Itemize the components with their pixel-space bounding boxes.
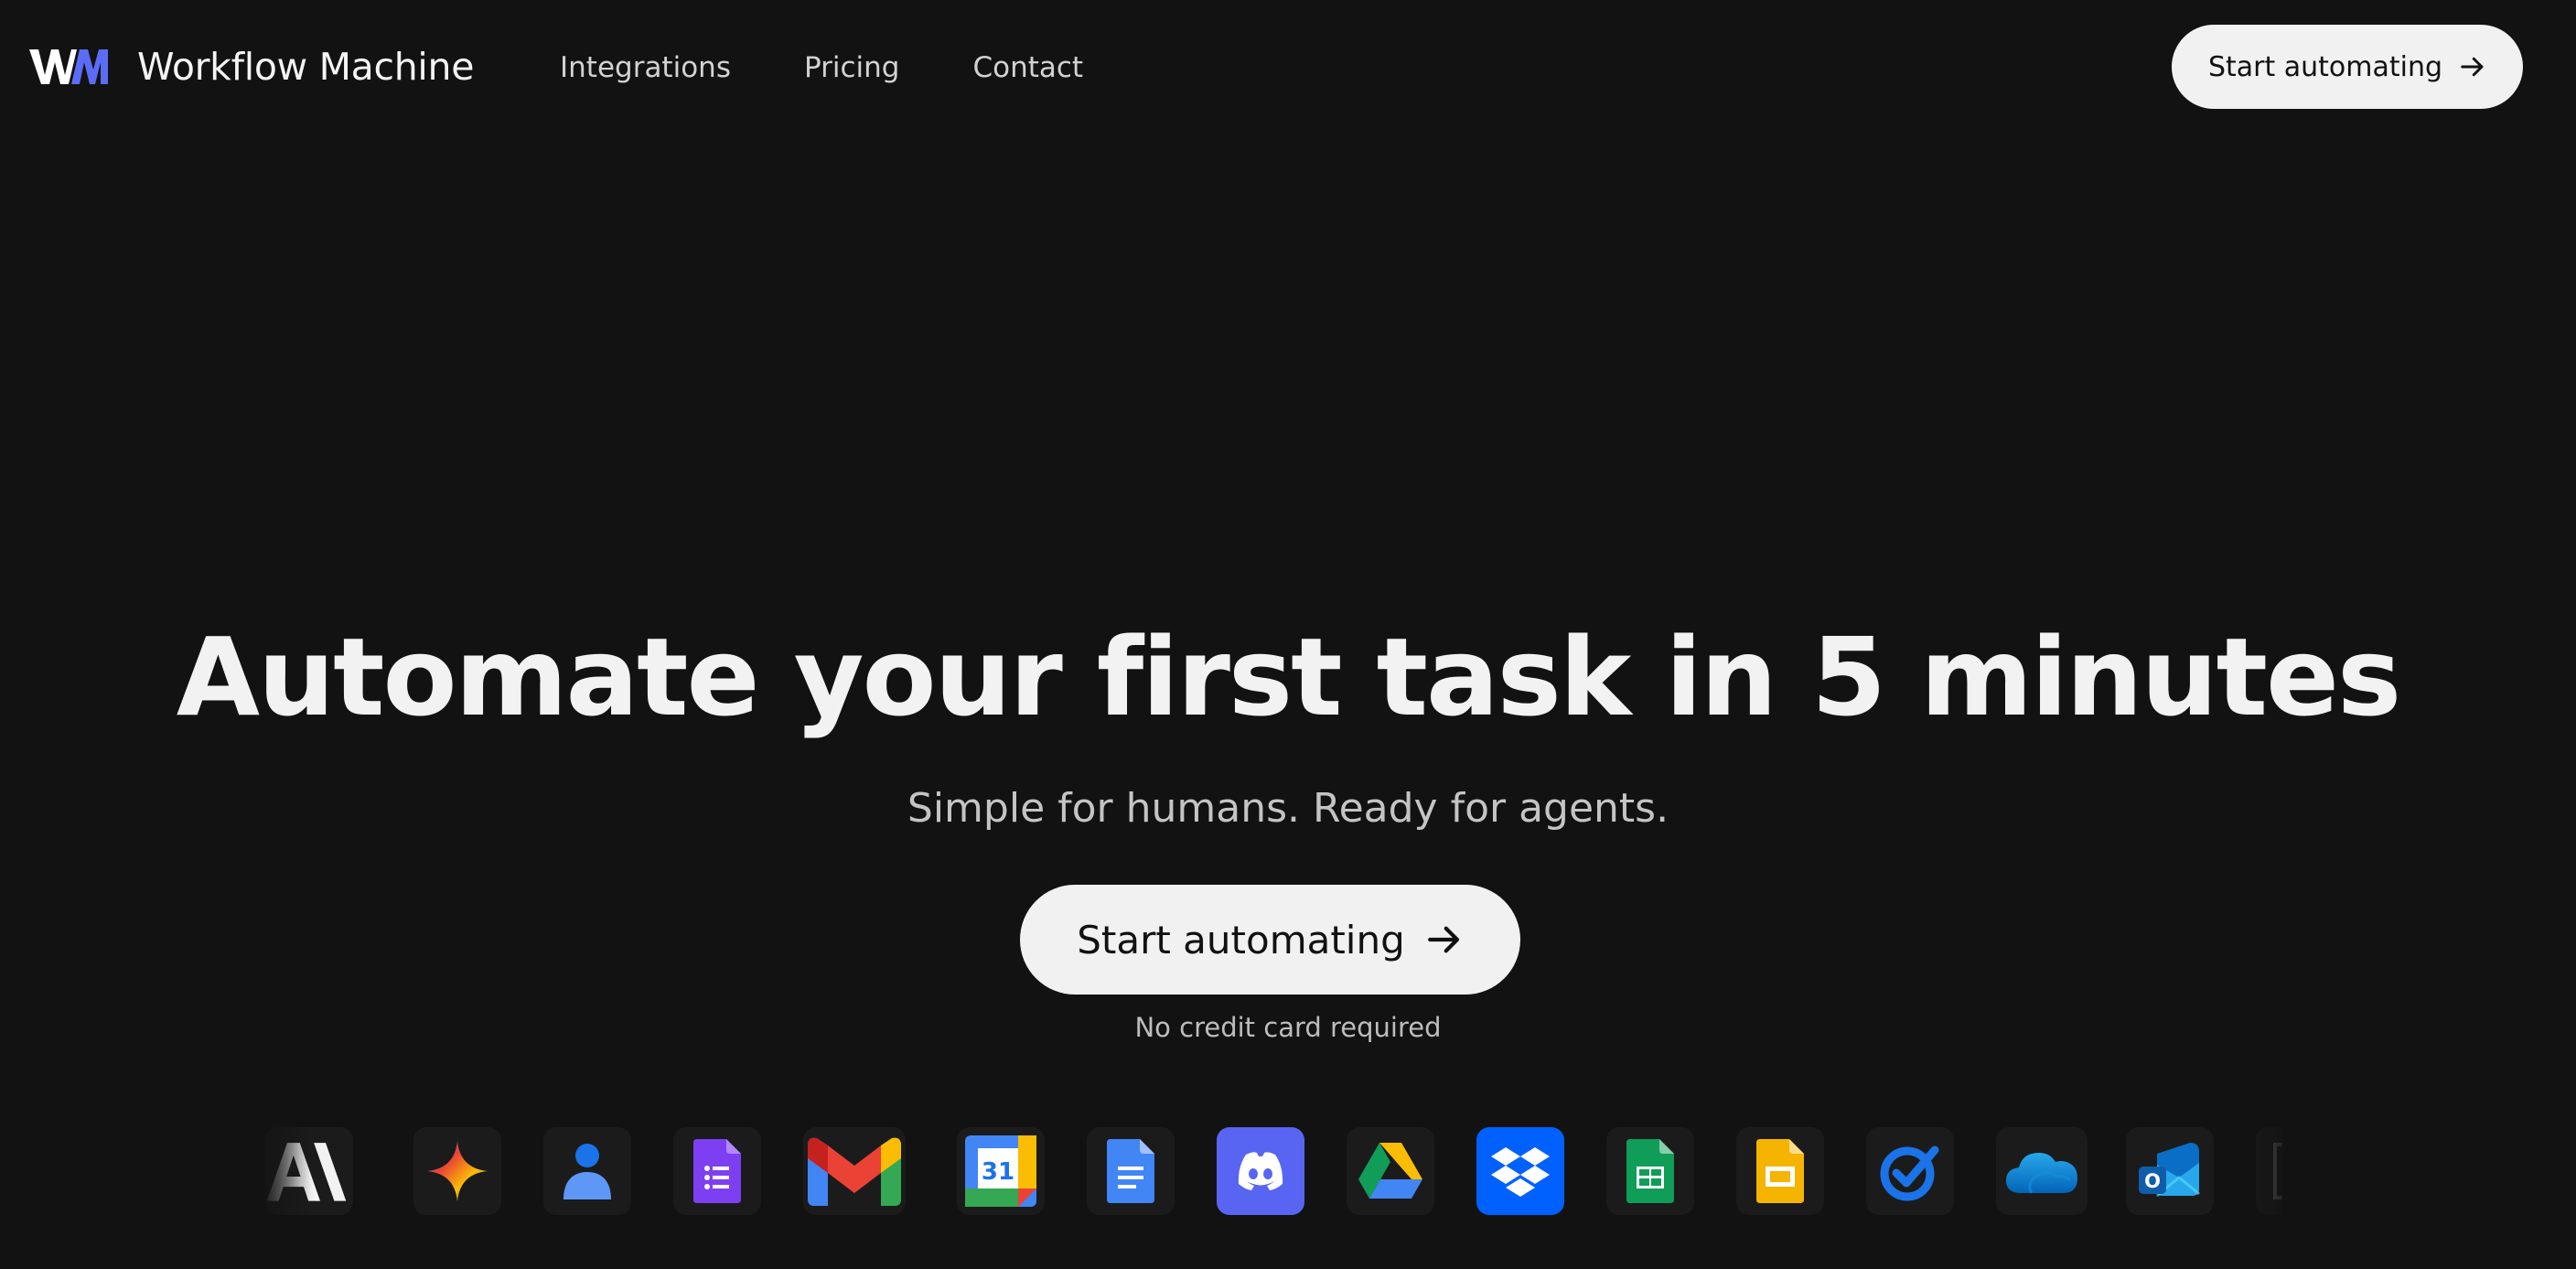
top-nav: Workflow Machine Integrations Pricing Co… (0, 0, 2576, 134)
google-forms-icon (693, 1139, 741, 1203)
arrow-right-icon (1427, 926, 1459, 953)
google-docs-icon (1107, 1139, 1154, 1203)
integration-google-contacts[interactable] (543, 1127, 631, 1215)
dropbox-icon (1491, 1147, 1550, 1197)
outlook-icon: O (2139, 1143, 2200, 1198)
google-sheets-icon (1626, 1139, 1674, 1203)
google-calendar-icon: 31 (965, 1135, 1036, 1207)
gmail-icon (808, 1137, 901, 1206)
hero-title: Automate your first task in 5 minutes (176, 614, 2402, 740)
nav-link-integrations[interactable]: Integrations (560, 51, 731, 84)
integration-google-slides[interactable] (1736, 1127, 1824, 1215)
discord-icon (1238, 1152, 1283, 1190)
arrow-right-icon (2461, 57, 2484, 77)
onedrive-icon (2006, 1153, 2077, 1194)
integration-dropbox[interactable] (1476, 1127, 1564, 1215)
notion-icon (2273, 1143, 2282, 1199)
calendar-day-number: 31 (982, 1158, 1014, 1186)
nav-start-automating-button[interactable]: Start automating (2172, 25, 2523, 109)
integration-gmail[interactable] (803, 1127, 906, 1215)
anthropic-icon (266, 1143, 347, 1201)
integration-google-drive[interactable] (1347, 1127, 1434, 1215)
outlook-letter: O (2144, 1170, 2161, 1192)
integration-discord[interactable] (1217, 1127, 1304, 1215)
brand-logo-icon (29, 49, 108, 84)
integration-google-docs[interactable] (1087, 1127, 1175, 1215)
google-slides-icon (1756, 1139, 1804, 1203)
nav-link-pricing[interactable]: Pricing (804, 51, 900, 84)
hero-cta-label: Start automating (1077, 917, 1405, 963)
integration-google-sheets[interactable] (1606, 1127, 1694, 1215)
nav-link-contact[interactable]: Contact (972, 51, 1083, 84)
integrations-strip: 31 O (265, 1127, 2282, 1215)
hero-subtitle: Simple for humans. Ready for agents. (907, 785, 1669, 832)
integration-outlook[interactable]: O (2126, 1127, 2214, 1215)
google-tasks-icon (1880, 1145, 1939, 1201)
integration-google-tasks[interactable] (1866, 1127, 1954, 1215)
nav-links: Integrations Pricing Contact (560, 46, 1156, 90)
brand-home-link[interactable]: Workflow Machine (29, 44, 474, 90)
hero-start-automating-button[interactable]: Start automating (1020, 885, 1520, 995)
integration-google-forms[interactable] (673, 1127, 761, 1215)
integration-gemini[interactable] (413, 1127, 501, 1215)
page: Workflow Machine Integrations Pricing Co… (0, 0, 2576, 1269)
integration-anthropic[interactable] (265, 1127, 353, 1215)
integration-notion[interactable] (2256, 1127, 2282, 1215)
integration-google-calendar[interactable]: 31 (957, 1127, 1045, 1215)
no-credit-card-note: No credit card required (1134, 1012, 1442, 1043)
nav-cta-label: Start automating (2207, 50, 2443, 83)
google-drive-icon (1358, 1143, 1422, 1199)
google-contacts-icon (564, 1144, 611, 1199)
gemini-icon (427, 1141, 488, 1201)
brand-name: Workflow Machine (137, 45, 475, 89)
integration-onedrive[interactable] (1996, 1127, 2088, 1215)
